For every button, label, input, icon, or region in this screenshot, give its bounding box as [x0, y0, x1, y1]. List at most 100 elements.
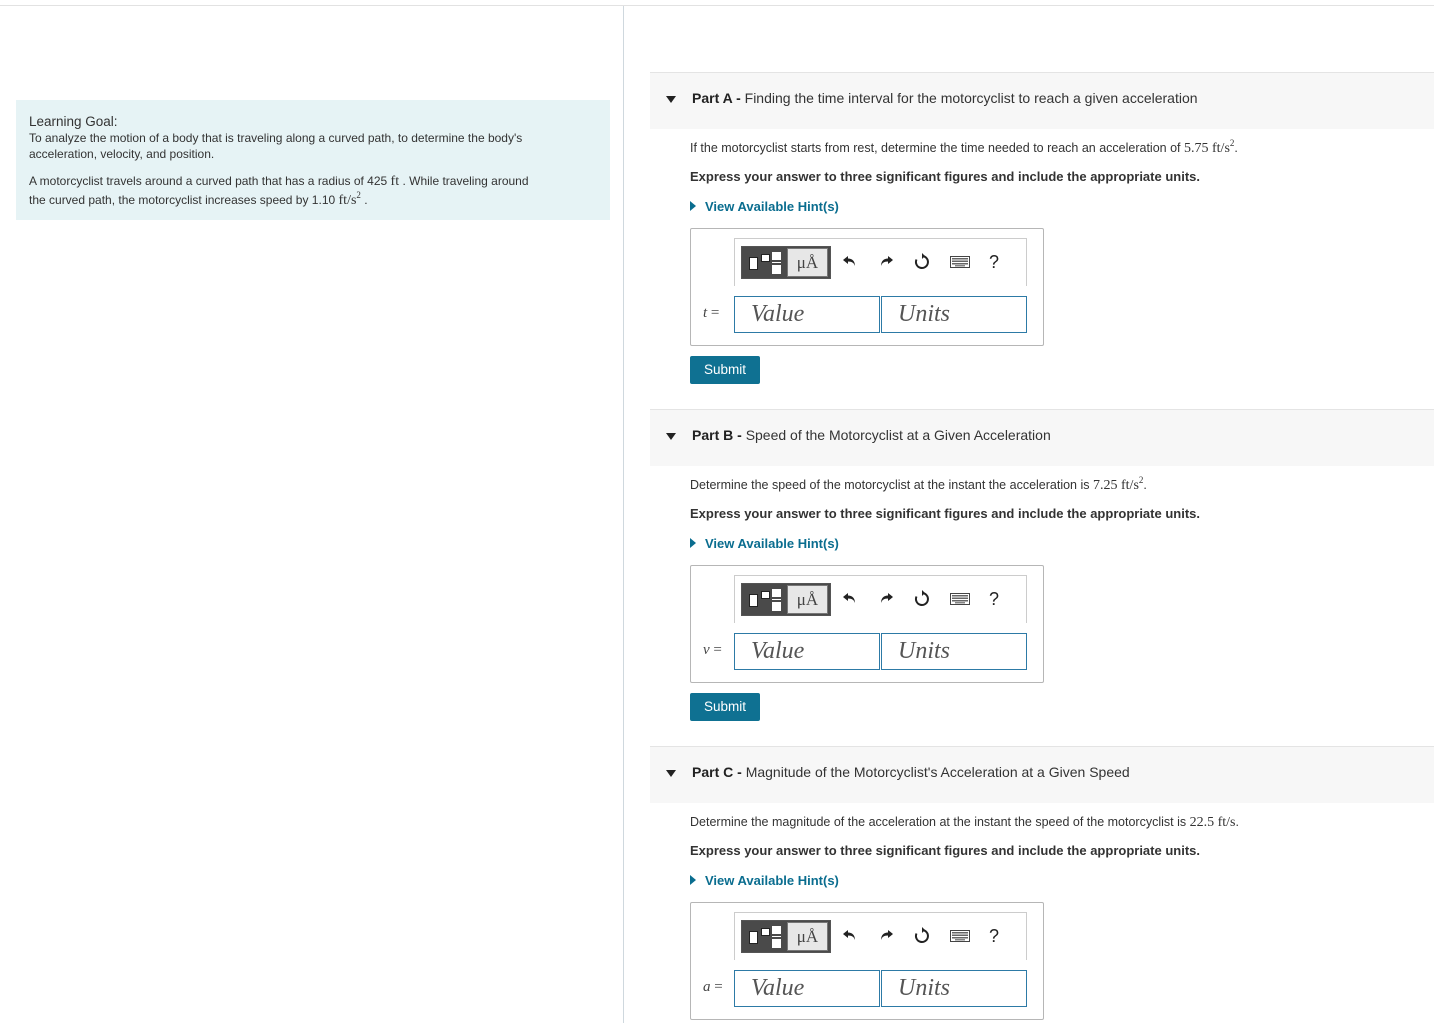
part-b-question-value: 7.25 ft/s2	[1093, 476, 1143, 494]
collapse-triangle-icon[interactable]	[666, 433, 676, 440]
problem-statement: A motorcyclist travels around a curved p…	[29, 172, 598, 210]
learning-goal-title: Learning Goal:	[29, 114, 598, 130]
part-b-letter: Part B -	[692, 427, 742, 443]
part-c-question-value-base: 22.5 ft/s	[1189, 815, 1236, 830]
math-toolbar: μÅ ?	[734, 575, 1027, 623]
answer-variable-label: t =	[703, 305, 719, 322]
reset-icon[interactable]	[911, 251, 933, 273]
learning-goal-text-1: To analyze the motion of a body that is …	[29, 131, 523, 145]
keyboard-icon[interactable]	[947, 251, 973, 273]
value-input[interactable]: Value	[734, 633, 880, 670]
undo-icon[interactable]	[839, 588, 861, 610]
redo-icon[interactable]	[875, 588, 897, 610]
part-b-title: Part B - Speed of the Motorcyclist at a …	[692, 427, 1051, 443]
part-c-letter: Part C -	[692, 764, 742, 780]
help-icon[interactable]: ?	[983, 588, 1005, 610]
part-a-question: If the motorcyclist starts from rest, de…	[690, 139, 1238, 157]
answer-variable-label: a =	[703, 979, 723, 996]
part-c-answer-box: μÅ ? a = Value Units	[690, 902, 1044, 1020]
templates-icon[interactable]	[743, 922, 785, 951]
problem-line-1a: A motorcyclist travels around a curved p…	[29, 174, 388, 188]
equals-sign: =	[713, 642, 722, 658]
part-b-header[interactable]: Part B - Speed of the Motorcyclist at a …	[650, 409, 1434, 466]
part-c-question-value: 22.5 ft/s	[1190, 815, 1236, 830]
units-input[interactable]: Units	[881, 633, 1027, 670]
collapse-triangle-icon[interactable]	[666, 96, 676, 103]
templates-icon[interactable]	[743, 248, 785, 277]
keyboard-icon[interactable]	[947, 588, 973, 610]
learning-goal-panel: Learning Goal: To analyze the motion of …	[16, 100, 610, 220]
value-input[interactable]: Value	[734, 296, 880, 333]
expand-caret-icon	[690, 538, 696, 548]
answer-variable: t	[703, 305, 708, 321]
part-c-title-text: Magnitude of the Motorcyclist's Accelera…	[745, 764, 1130, 780]
value-input[interactable]: Value	[734, 970, 880, 1007]
part-c-title: Part C - Magnitude of the Motorcyclist's…	[692, 764, 1130, 780]
part-a-hint-text[interactable]: View Available Hint(s)	[705, 199, 839, 214]
part-c-header[interactable]: Part C - Magnitude of the Motorcyclist's…	[650, 746, 1434, 803]
undo-icon[interactable]	[839, 251, 861, 273]
redo-icon[interactable]	[875, 251, 897, 273]
units-input[interactable]: Units	[881, 296, 1027, 333]
problem-line-1b: . While traveling around	[402, 174, 529, 188]
part-b-question-text: Determine the speed of the motorcyclist …	[690, 478, 1090, 492]
column-divider	[623, 6, 624, 1023]
answer-variable: v	[703, 642, 710, 658]
part-a-header[interactable]: Part A - Finding the time interval for t…	[650, 72, 1434, 129]
expand-caret-icon	[690, 875, 696, 885]
equals-sign: =	[710, 305, 720, 321]
redo-icon[interactable]	[875, 925, 897, 947]
part-b-question-value-base: 7.25 ft/s	[1093, 478, 1139, 493]
templates-button[interactable]: μÅ	[741, 246, 831, 279]
part-b-submit-button[interactable]: Submit	[690, 693, 760, 721]
part-c-question: Determine the magnitude of the accelerat…	[690, 815, 1239, 831]
problem-line-2b: .	[364, 193, 368, 207]
problem-line-2a: the curved path, the motorcyclist increa…	[29, 193, 336, 207]
part-c-hint-text[interactable]: View Available Hint(s)	[705, 873, 839, 888]
part-b-answer-box: μÅ ? v = Value Units	[690, 565, 1044, 683]
expand-caret-icon	[690, 201, 696, 211]
part-a-submit-button[interactable]: Submit	[690, 356, 760, 384]
help-icon[interactable]: ?	[983, 251, 1005, 273]
part-c-question-text: Determine the magnitude of the accelerat…	[690, 815, 1187, 829]
collapse-triangle-icon[interactable]	[666, 770, 676, 777]
units-symbol-button[interactable]: μÅ	[787, 248, 828, 277]
part-b-hint-link[interactable]: View Available Hint(s)	[690, 536, 839, 551]
units-symbol-button[interactable]: μÅ	[787, 585, 828, 614]
part-a-letter: Part A -	[692, 90, 741, 106]
part-a-question-value: 5.75 ft/s2	[1184, 139, 1234, 157]
radius-unit: ft	[390, 174, 400, 189]
answer-variable-label: v =	[703, 642, 722, 659]
speed-rate-unit: ft/s2	[338, 190, 361, 209]
keyboard-icon[interactable]	[947, 925, 973, 947]
reset-icon[interactable]	[911, 925, 933, 947]
top-rule	[0, 5, 1434, 6]
part-c-question-end: .	[1235, 815, 1239, 829]
speed-rate-unit-exp: 2	[356, 190, 361, 200]
speed-rate-unit-base: ft/s	[338, 193, 357, 208]
reset-icon[interactable]	[911, 588, 933, 610]
part-a-hint-link[interactable]: View Available Hint(s)	[690, 199, 839, 214]
answer-variable: a	[703, 979, 711, 995]
part-a-question-end: .	[1234, 141, 1238, 155]
part-a-answer-box: μÅ ? t = Value Units	[690, 228, 1044, 346]
part-b-question-end: .	[1143, 478, 1147, 492]
part-c-hint-link[interactable]: View Available Hint(s)	[690, 873, 839, 888]
math-toolbar: μÅ ?	[734, 912, 1027, 960]
undo-icon[interactable]	[839, 925, 861, 947]
part-b-hint-text[interactable]: View Available Hint(s)	[705, 536, 839, 551]
units-input[interactable]: Units	[881, 970, 1027, 1007]
goal-title-text: Learning Goal:	[29, 114, 118, 129]
units-symbol-button[interactable]: μÅ	[787, 922, 828, 951]
templates-icon[interactable]	[743, 585, 785, 614]
templates-button[interactable]: μÅ	[741, 920, 831, 953]
part-a-title: Part A - Finding the time interval for t…	[692, 90, 1198, 106]
part-c-instruction: Express your answer to three significant…	[690, 843, 1200, 858]
help-icon[interactable]: ?	[983, 925, 1005, 947]
math-toolbar: μÅ ?	[734, 238, 1027, 286]
templates-button[interactable]: μÅ	[741, 583, 831, 616]
part-b-instruction: Express your answer to three significant…	[690, 506, 1200, 521]
learning-goal-text-2: acceleration, velocity, and position.	[29, 147, 215, 161]
part-a-title-text: Finding the time interval for the motorc…	[744, 90, 1198, 106]
part-b-title-text: Speed of the Motorcyclist at a Given Acc…	[745, 427, 1051, 443]
